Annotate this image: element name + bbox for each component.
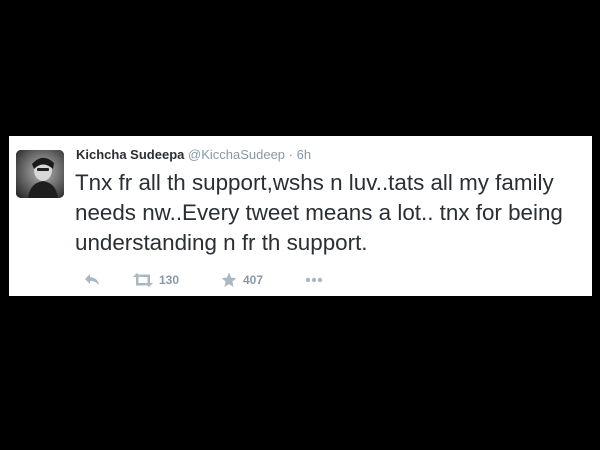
favorite-button[interactable]: 407 bbox=[221, 271, 263, 289]
more-button[interactable] bbox=[305, 271, 323, 289]
retweet-icon bbox=[133, 273, 153, 287]
author-name[interactable]: Kichcha Sudeepa bbox=[76, 147, 184, 162]
tweet-header: Kichcha Sudeepa @KicchaSudeep · 6h bbox=[76, 147, 311, 163]
avatar-image bbox=[16, 150, 64, 198]
favorite-count: 407 bbox=[243, 273, 264, 287]
reply-icon bbox=[85, 274, 99, 285]
more-icon bbox=[305, 277, 323, 283]
author-handle[interactable]: @KicchaSudeep bbox=[188, 147, 285, 162]
avatar[interactable] bbox=[16, 150, 64, 198]
reply-button[interactable] bbox=[84, 271, 100, 289]
tweet-card: Kichcha Sudeepa @KicchaSudeep · 6h Tnx f… bbox=[9, 136, 592, 296]
tweet-text: Tnx fr all th support,wshs n luv..tats a… bbox=[75, 170, 563, 255]
retweet-button[interactable]: 130 bbox=[133, 271, 179, 289]
tweet-actions: 130 407 bbox=[76, 271, 376, 289]
timestamp[interactable]: 6h bbox=[297, 147, 311, 162]
retweet-count: 130 bbox=[159, 273, 180, 287]
separator: · bbox=[288, 147, 294, 162]
star-icon bbox=[221, 272, 237, 287]
